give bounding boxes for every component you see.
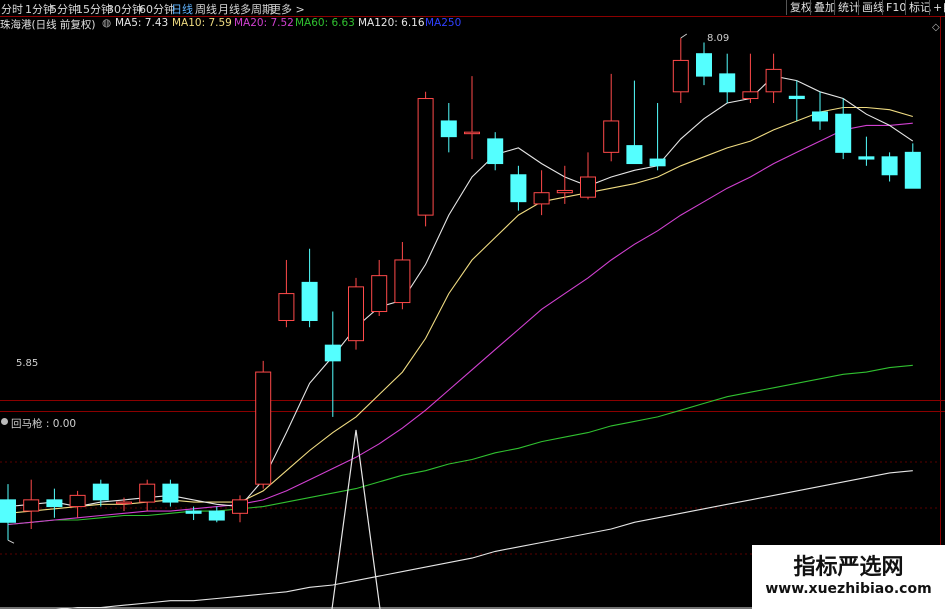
ma10-line [7,106,913,514]
candle [881,152,898,182]
candle [742,53,759,104]
kline-chart[interactable]: 8.09 5.85 ◇ [0,0,945,609]
watermark-title: 指标严选网 [793,555,904,580]
candle [417,91,434,227]
candle [139,479,156,512]
candle-body [116,501,132,505]
candle [672,38,689,104]
candle-body [626,145,643,165]
candle-body [0,499,16,523]
candle [904,143,921,189]
candle-body [23,499,40,512]
candle-body [487,138,504,165]
candle-body [232,499,248,514]
candle [301,248,318,328]
candlesticks [0,33,921,544]
candle [255,360,272,489]
candle [0,484,16,541]
candle [765,53,782,104]
candle-body [139,483,156,503]
candle [510,165,527,211]
candle [533,170,550,216]
candle-body [464,131,480,135]
candle [232,495,248,523]
candle [440,103,457,153]
candle [278,259,295,328]
candle-body [858,156,875,160]
low-price-label: 5.85 [16,358,38,369]
candle-body [278,293,295,321]
low-arrow [7,539,15,544]
candle-body [788,95,805,100]
ma5-line [7,75,914,508]
candle [162,479,179,507]
candle-body [46,499,63,508]
candle-body [162,483,179,503]
candle-body [208,510,225,521]
candle-body [417,98,434,216]
candle [719,53,736,104]
candle-body [603,120,620,153]
indicator-icon [1,418,8,425]
candle-body [881,156,898,176]
candle-body [510,174,527,203]
candle [324,311,341,417]
candle [394,242,411,310]
candle-body [719,73,736,93]
candle [464,76,480,160]
candle [92,479,109,507]
ma-lines [7,75,914,609]
candle [696,42,712,86]
candle-body [440,120,457,138]
candle-body [371,275,388,313]
high-arrow [680,33,688,39]
candle [348,277,364,350]
indicator-label: 回马枪 : 0.00 [11,418,77,430]
candle [649,103,666,171]
candle-body [69,494,86,508]
candle-body [696,53,712,77]
candle [371,259,388,317]
candle-body [92,483,109,501]
candle-body [742,91,759,100]
candle [208,506,225,523]
candle-body [556,189,573,194]
candle-body [533,192,550,205]
candle [46,488,63,518]
diamond-icon: ◇ [932,22,940,33]
candle-body [812,111,828,122]
candle [858,136,875,166]
candle-body [649,158,666,167]
candle [487,132,504,171]
candle-body [580,176,596,198]
candle [580,152,596,200]
candle-body [765,68,782,93]
candle-body [904,151,921,189]
candle-body [835,113,852,153]
candle [603,73,620,162]
candle-body [324,344,341,362]
candle-body [185,510,202,514]
candle [788,80,805,121]
candle [626,80,643,165]
watermark-url: www.xuezhibiao.com [765,581,932,597]
candle-body [672,59,689,93]
ma20-line [7,122,913,526]
candle-body [301,281,318,321]
high-price-label: 8.09 [707,33,729,44]
watermark: 指标严选网 www.xuezhibiao.com [752,545,945,609]
candle-body [348,286,364,342]
candle [69,490,86,518]
candle-body [255,371,272,485]
candle-body [394,259,411,304]
